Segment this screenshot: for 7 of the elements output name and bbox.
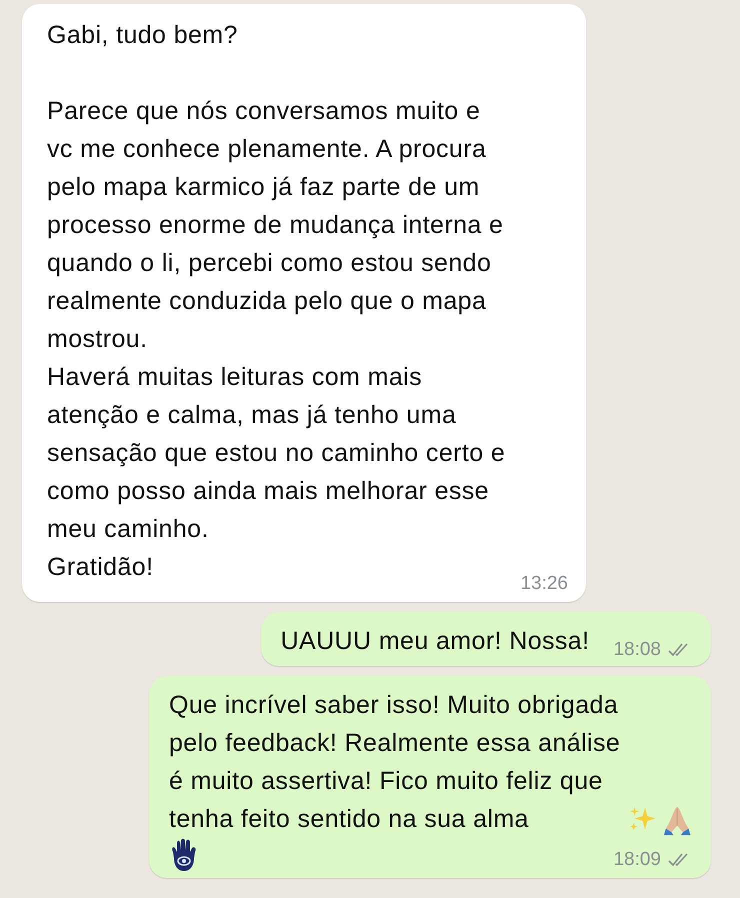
message-time: 18:08 <box>613 638 661 662</box>
praying-hands-icon <box>662 804 691 836</box>
message-time: 18:09 <box>613 848 661 872</box>
message-text: Que incrível saber isso! Muito obrigada pelo feedback! Realmente essa análise é muito assertiva! Fico muito feliz que tenha feito sentido na sua alma <box>169 690 620 835</box>
message-time: 13:26 <box>520 572 568 596</box>
message-text: UAUUU meu amor! Nossa! <box>280 626 590 657</box>
message-text: Gabi, tudo bem? Parece que nós conversamos muito e vc me conhece plenamente. A procura pelo mapa karmico já faz parte de um processo enorme de mudança interna e quando o li, percebi como estou sendo realmente conduzida pelo que o mapa mostrou. Haverá muitas leituras com mais atenção e calma, mas já tenho uma sensação que estou no caminho certo e como posso ainda mais melhorar esse meu caminho. Gratidão! <box>47 20 506 583</box>
